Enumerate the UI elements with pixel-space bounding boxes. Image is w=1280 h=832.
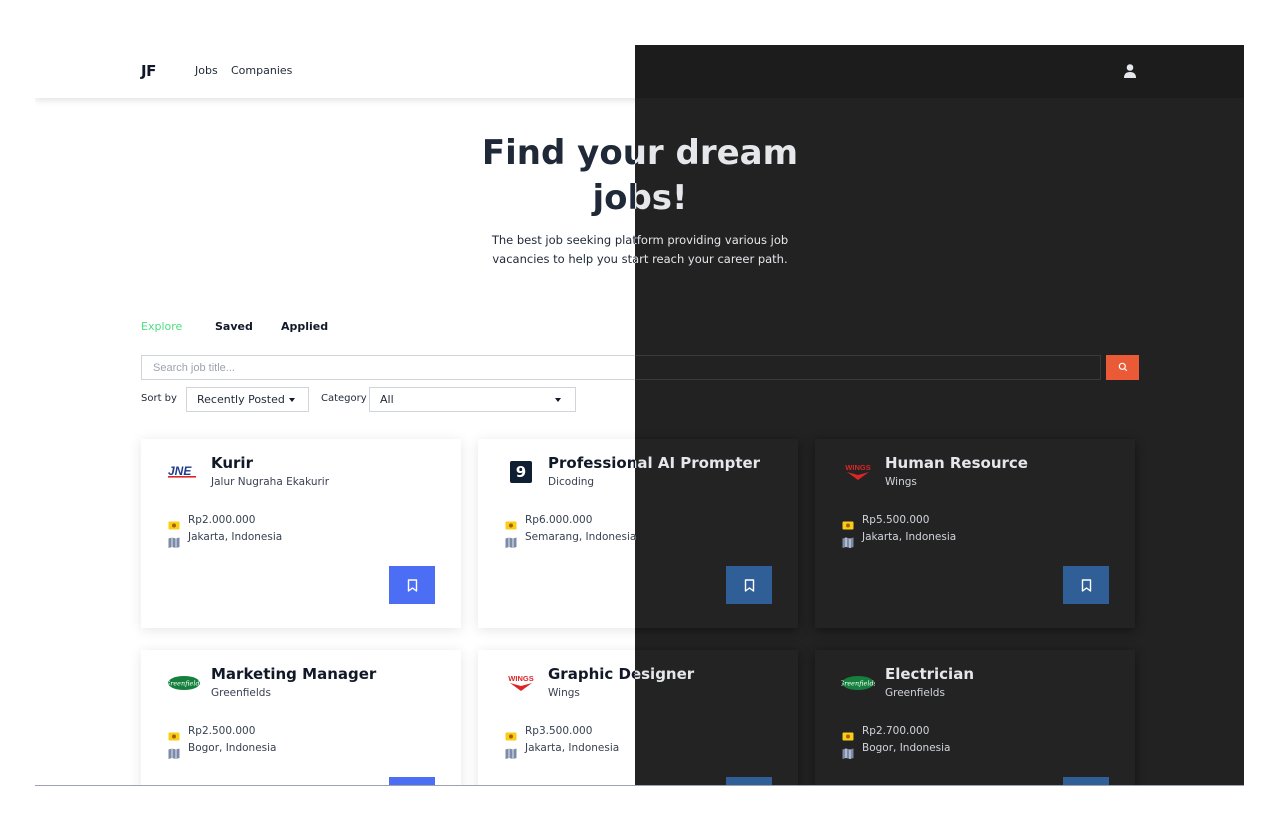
sort-label: Sort by <box>141 393 177 404</box>
job-card[interactable]: 9 Professional AI Prompter Dicoding Rp6.… <box>635 439 798 628</box>
bookmark-icon <box>744 578 754 592</box>
sort-select[interactable]: Recently Posted <box>186 387 309 412</box>
location-text: Jakarta, Indonesia <box>862 531 957 543</box>
app-window: JF Jobs Companies Find your dream jobs! … <box>35 45 1244 786</box>
salary-text: Rp3.500.000 <box>525 725 593 737</box>
greenfields-logo: Greenfields <box>165 668 203 698</box>
location-text: Jakarta, Indonesia <box>525 742 620 754</box>
svg-text:WINGS: WINGS <box>845 463 870 472</box>
svg-text:WINGS: WINGS <box>508 674 533 683</box>
page-dark: JF Jobs Companies Find your dream jobs! … <box>635 45 1244 785</box>
map-icon <box>168 744 180 759</box>
user-icon[interactable] <box>1123 63 1137 79</box>
location-text: Bogor, Indonesia <box>862 742 951 754</box>
brand-logo[interactable]: JF <box>141 62 156 80</box>
salary-text: Rp2.700.000 <box>862 725 930 737</box>
wings-logo: WINGS <box>839 457 877 487</box>
money-icon <box>168 516 180 530</box>
svg-text:JNE: JNE <box>168 464 192 478</box>
save-job-button[interactable] <box>726 566 772 604</box>
search-input[interactable] <box>635 355 1101 380</box>
job-title: Kurir <box>211 454 253 472</box>
job-title: Marketing Manager <box>211 665 377 683</box>
chevron-down-icon <box>289 398 295 402</box>
money-icon <box>505 727 517 741</box>
category-label: Category <box>321 393 367 404</box>
job-card[interactable]: Greenfields Electrician Greenfields Rp2.… <box>815 650 1135 785</box>
navbar: JF Jobs Companies <box>635 45 1244 98</box>
nav-companies-link[interactable]: Companies <box>231 64 292 77</box>
job-card[interactable]: Greenfields Marketing Manager Greenfield… <box>141 650 461 785</box>
save-job-button[interactable] <box>726 777 772 785</box>
nav-jobs-link[interactable]: Jobs <box>195 64 218 77</box>
location-text: Semarang, Indonesia <box>635 531 636 543</box>
money-icon <box>168 727 180 741</box>
save-job-button[interactable] <box>1063 777 1109 785</box>
search-icon <box>1118 362 1127 372</box>
job-title: Electrician <box>885 665 974 683</box>
tab-applied[interactable]: Applied <box>281 320 328 333</box>
sort-value: Recently Posted <box>197 393 285 406</box>
svg-text:Greenfields: Greenfields <box>167 680 201 688</box>
salary-text: Rp5.500.000 <box>862 514 930 526</box>
company-name: Dicoding <box>548 476 595 488</box>
category-select[interactable]: All <box>369 387 576 412</box>
company-name: Greenfields <box>211 687 271 699</box>
money-icon <box>505 516 517 530</box>
job-card[interactable]: WINGS Human Resource Wings Rp5.500.000 J… <box>815 439 1135 628</box>
location-text: Semarang, Indonesia <box>525 531 637 543</box>
bookmark-icon <box>407 578 417 592</box>
wings-logo: WINGS <box>502 668 540 698</box>
location-text: Bogor, Indonesia <box>188 742 277 754</box>
jne-logo: JNE <box>165 457 203 487</box>
hero-subtitle: The best job seeking platform providing … <box>635 233 789 266</box>
tab-saved[interactable]: Saved <box>215 320 253 333</box>
map-icon <box>505 744 517 759</box>
salary-text: Rp2.000.000 <box>188 514 256 526</box>
money-icon <box>842 516 854 530</box>
svg-text:Greenfields: Greenfields <box>841 680 875 688</box>
map-icon <box>505 533 517 548</box>
save-job-button[interactable] <box>389 566 435 604</box>
search-button[interactable] <box>1106 355 1139 380</box>
dicoding-logo: 9 <box>502 457 540 487</box>
map-icon <box>168 533 180 548</box>
svg-text:9: 9 <box>516 463 526 481</box>
job-title: Graphic Designer <box>635 665 695 683</box>
save-job-button[interactable] <box>1063 566 1109 604</box>
category-value: All <box>380 393 394 406</box>
location-text: Jakarta, Indonesia <box>188 531 283 543</box>
job-title: Professional AI Prompter <box>635 454 761 472</box>
bookmark-icon <box>1081 578 1091 592</box>
hero-title: Find your dream jobs! <box>635 133 799 218</box>
dark-mode-overlay: JF Jobs Companies Find your dream jobs! … <box>635 45 1244 785</box>
company-name: Wings <box>885 476 917 488</box>
company-name: Jalur Nugraha Ekakurir <box>211 476 330 488</box>
job-title: Human Resource <box>885 454 1028 472</box>
money-icon <box>842 727 854 741</box>
salary-text: Rp2.500.000 <box>188 725 256 737</box>
greenfields-logo: Greenfields <box>839 668 877 698</box>
save-job-button[interactable] <box>389 777 435 785</box>
company-name: Greenfields <box>885 687 945 699</box>
company-name: Wings <box>548 687 580 699</box>
job-card[interactable]: WINGS Graphic Designer Wings Rp3.500.000… <box>635 650 798 785</box>
chevron-down-icon <box>555 398 561 402</box>
job-card[interactable]: JNE Kurir Jalur Nugraha Ekakurir Rp2.000… <box>141 439 461 628</box>
map-icon <box>842 744 854 759</box>
map-icon <box>842 533 854 548</box>
tab-explore[interactable]: Explore <box>141 320 182 333</box>
salary-text: Rp6.000.000 <box>525 514 593 526</box>
